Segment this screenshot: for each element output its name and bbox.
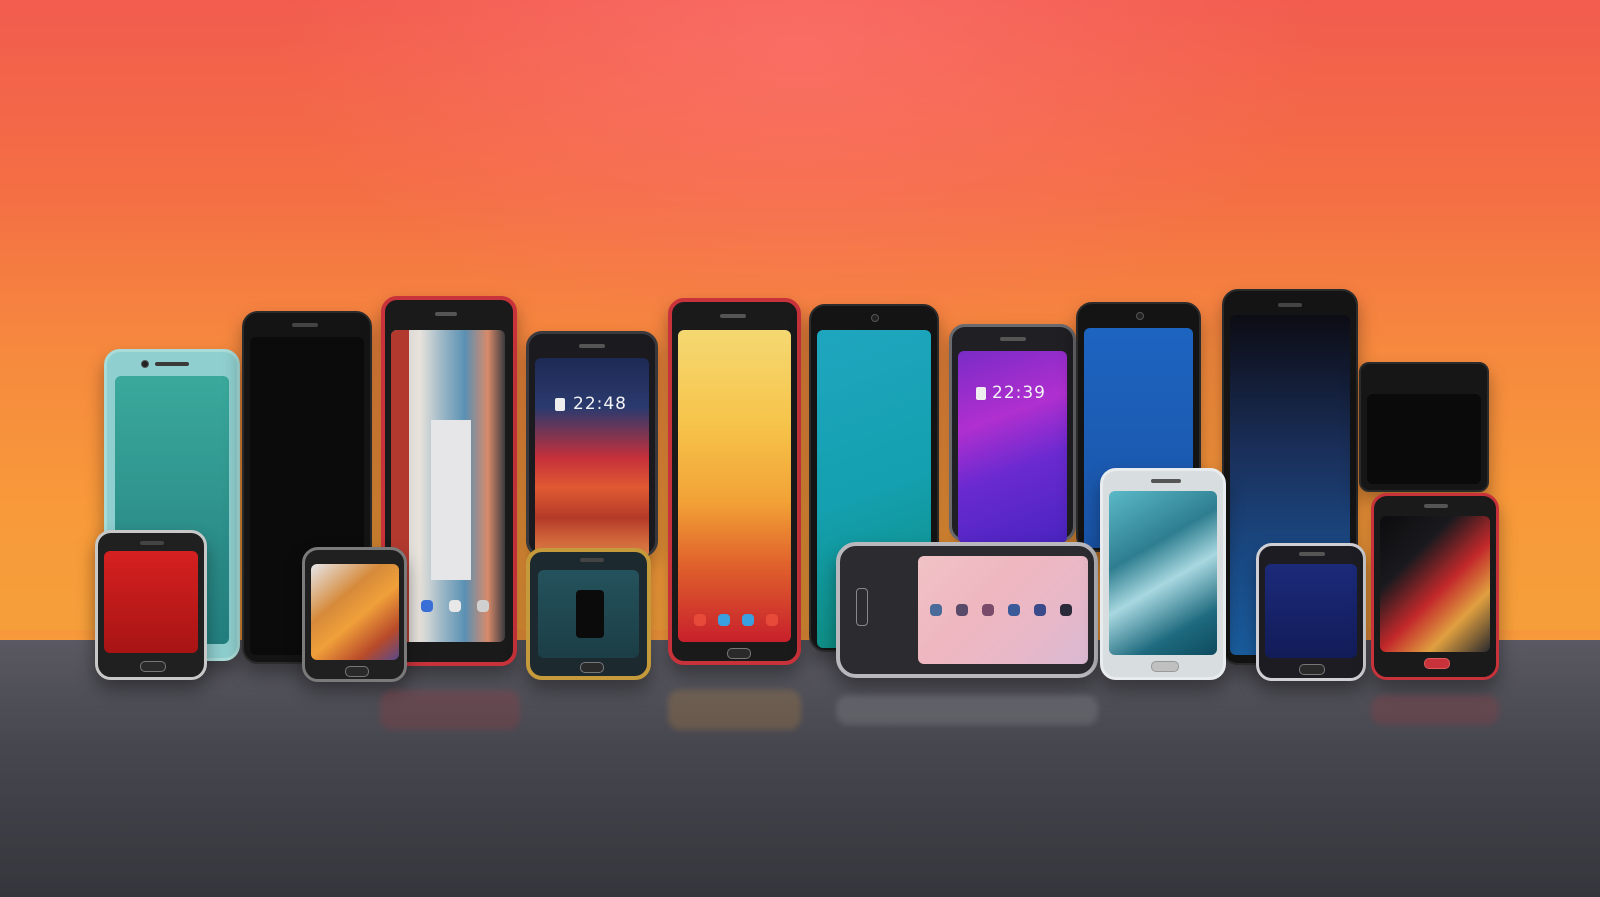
phone-small-red: [95, 530, 207, 680]
app-icon: [1008, 604, 1020, 616]
table-reflection: [668, 690, 801, 730]
phone-red-architecture-screen: [391, 330, 505, 642]
phone-black-back: [1359, 362, 1489, 492]
table-reflection: [1371, 695, 1499, 725]
phone-red-abstract-screen: [1380, 516, 1490, 652]
phone-landscape-pink: [836, 542, 1098, 678]
phone-small-navy: [1256, 543, 1366, 681]
table-reflection: [836, 695, 1098, 725]
app-icon: [449, 600, 461, 612]
phone-small-red-screen: [104, 551, 198, 653]
phone-small-abstract: [302, 547, 407, 682]
app-icon: [930, 604, 942, 616]
dark-table-surface: [0, 640, 1600, 897]
phone-red-abstract: [1371, 493, 1499, 680]
app-icon: [718, 614, 730, 626]
lock-icon: [976, 387, 986, 400]
phone-purple-lockscreen-screen: 22:39: [958, 351, 1067, 543]
phone-yellow-red-wave: [668, 298, 801, 665]
app-icon: [742, 614, 754, 626]
phone-small-gold-screen: [538, 570, 639, 658]
lockscreen-clock: 22:39: [992, 383, 1046, 403]
app-icon: [766, 614, 778, 626]
app-icon: [694, 614, 706, 626]
app-icon: [477, 600, 489, 612]
phone-silver-wave-screen: [1109, 491, 1217, 655]
app-icon: [1034, 604, 1046, 616]
phone-small-navy-screen: [1265, 564, 1357, 658]
lock-icon: [555, 398, 565, 411]
phone-small-abstract-screen: [311, 564, 399, 660]
app-icon: [1060, 604, 1072, 616]
table-reflection: [380, 690, 520, 730]
phone-silver-wave: [1100, 468, 1226, 680]
phone-landscape-pink-screen: [918, 556, 1088, 664]
phone-wave-lockscreen: 22:48: [526, 331, 658, 558]
phone-wave-lockscreen-screen: 22:48: [535, 358, 649, 558]
app-icon: [956, 604, 968, 616]
product-photo-scene: 22:48 22:39: [0, 0, 1600, 897]
phone-small-gold: [526, 548, 651, 680]
phone-purple-lockscreen: 22:39: [949, 324, 1076, 543]
app-icon: [982, 604, 994, 616]
app-icon: [421, 600, 433, 612]
phone-yellow-red-wave-screen: [678, 330, 791, 642]
phone-black-back-screen: [1367, 394, 1481, 484]
lockscreen-clock: 22:48: [573, 394, 627, 414]
